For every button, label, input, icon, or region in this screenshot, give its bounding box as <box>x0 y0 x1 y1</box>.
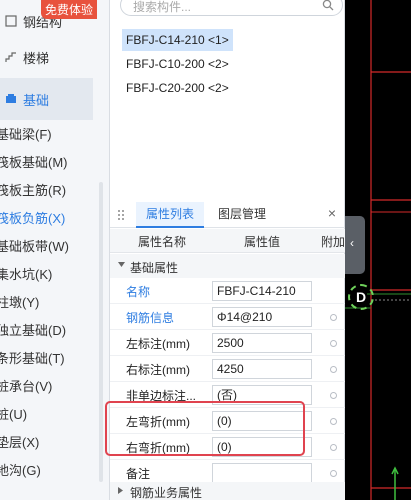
sub-item-pile-cap[interactable]: 桩承台(V) <box>0 373 100 401</box>
drag-grip-icon[interactable] <box>117 209 125 221</box>
foundation-icon <box>6 94 16 103</box>
header-extra: 附加 <box>321 235 346 249</box>
header-value: 属性值 <box>244 235 281 249</box>
search-icon[interactable] <box>322 0 334 11</box>
prop-label: 右弯折(mm) <box>126 441 190 455</box>
tab-layer-manager[interactable]: 图层管理 <box>212 202 272 228</box>
prop-row-right-label: 右标注(mm) 4250 <box>110 356 345 382</box>
steel-structure-icon <box>5 15 17 27</box>
group-label: 钢筋业务属性 <box>130 486 203 500</box>
prop-value-input[interactable] <box>212 463 312 483</box>
sub-item-strip-footing[interactable]: 条形基础(T) <box>0 345 100 373</box>
group-label: 基础属性 <box>130 261 179 275</box>
nav-scrollbar[interactable] <box>99 182 103 482</box>
chevron-left-icon: ‹ <box>350 236 354 250</box>
prop-row-left-label: 左标注(mm) 2500 <box>110 330 345 356</box>
nav-item-foundation[interactable]: 基础 <box>0 78 93 120</box>
sub-item-cushion[interactable]: 垫层(X) <box>0 429 100 457</box>
free-trial-badge: 免费体验 <box>41 0 98 19</box>
prop-label[interactable]: 名称 <box>126 283 150 300</box>
attach-checkbox[interactable] <box>330 444 337 451</box>
sub-item-raft[interactable]: 筏板基础(M) <box>0 149 100 177</box>
panel-collapse-tab[interactable]: ‹ <box>345 216 365 274</box>
prop-label: 左标注(mm) <box>126 337 190 351</box>
group-basic-props[interactable]: 基础属性 <box>110 254 345 278</box>
prop-label[interactable]: 钢筋信息 <box>126 309 174 326</box>
attach-checkbox[interactable] <box>330 418 337 425</box>
sub-item-sump[interactable]: 集水坑(K) <box>0 261 100 289</box>
prop-value-input[interactable]: FBFJ-C14-210 <box>212 281 312 301</box>
stair-icon <box>5 52 16 62</box>
search-input[interactable]: 搜索构件... <box>120 0 343 16</box>
component-item[interactable]: FBFJ-C10-200 <2> <box>122 53 233 75</box>
close-icon[interactable]: × <box>325 206 339 220</box>
sub-item-strip[interactable]: 基础板带(W) <box>0 233 100 261</box>
group-rebar-business[interactable]: 钢筋业务属性 <box>110 482 345 500</box>
prop-value-input[interactable]: 4250 <box>212 359 312 379</box>
attach-checkbox[interactable] <box>330 392 337 399</box>
prop-value-input[interactable]: Φ14@210 <box>212 307 312 327</box>
tab-property-list[interactable]: 属性列表 <box>136 202 204 228</box>
search-placeholder: 搜索构件... <box>133 0 192 14</box>
sub-item-raft-main-rebar[interactable]: 筏板主筋(R) <box>0 177 100 205</box>
attach-checkbox[interactable] <box>330 340 337 347</box>
prop-value-input[interactable]: (0) <box>212 411 312 431</box>
attach-checkbox[interactable] <box>330 314 337 321</box>
sub-item-foundation-beam[interactable]: 基础梁(F) <box>0 121 100 149</box>
prop-row-name: 名称 FBFJ-C14-210 <box>110 278 345 304</box>
property-panel: 属性列表 图层管理 × 属性名称 属性值 附加 基础属性 名称 FBFJ-C14… <box>110 198 345 500</box>
prop-label: 右标注(mm) <box>126 363 190 377</box>
attach-checkbox[interactable] <box>330 366 337 373</box>
sub-item-pile[interactable]: 桩(U) <box>0 401 100 429</box>
prop-label: 左弯折(mm) <box>126 415 190 429</box>
prop-row-rebar: 钢筋信息 Φ14@210 <box>110 304 345 330</box>
collapse-triangle-icon <box>118 262 125 267</box>
axis-marker-d: D <box>348 284 374 310</box>
component-item[interactable]: FBFJ-C14-210 <1> <box>122 29 233 51</box>
nav-item-label: 楼梯 <box>23 50 50 66</box>
attach-checkbox[interactable] <box>330 470 337 477</box>
prop-value-input[interactable]: 2500 <box>212 333 312 353</box>
sub-item-isolated[interactable]: 独立基础(D) <box>0 317 100 345</box>
property-table-header: 属性名称 属性值 附加 <box>110 229 345 253</box>
nav-item-stair[interactable]: 楼梯 <box>0 36 93 78</box>
sub-item-pier[interactable]: 柱墩(Y) <box>0 289 100 317</box>
component-list-panel: 搜索构件... FBFJ-C14-210 <1> FBFJ-C10-200 <2… <box>110 0 345 198</box>
component-item[interactable]: FBFJ-C20-200 <2> <box>122 77 233 99</box>
prop-label: 备注 <box>126 467 151 481</box>
property-tabbar: 属性列表 图层管理 × <box>110 202 345 228</box>
nav-item-label: 基础 <box>23 92 50 108</box>
header-name: 属性名称 <box>138 235 187 249</box>
module-nav-panel: 钢结构 免费体验 楼梯 基础 基础梁(F) 筏板基础(M) 筏板主筋(R) 筏板… <box>0 0 110 500</box>
sub-item-trench[interactable]: 地沟(G) <box>0 457 100 485</box>
expand-triangle-icon <box>118 487 123 494</box>
prop-value-input[interactable]: (否) <box>212 385 312 405</box>
prop-row-left-bend: 左弯折(mm) (0) <box>110 408 345 434</box>
prop-value-input[interactable]: (0) <box>212 437 312 457</box>
sub-item-raft-neg-rebar[interactable]: 筏板负筋(X) <box>0 205 100 233</box>
prop-row-non-single: 非单边标注... (否) <box>110 382 345 408</box>
prop-row-right-bend: 右弯折(mm) (0) <box>110 434 345 460</box>
prop-label: 非单边标注... <box>126 389 197 403</box>
